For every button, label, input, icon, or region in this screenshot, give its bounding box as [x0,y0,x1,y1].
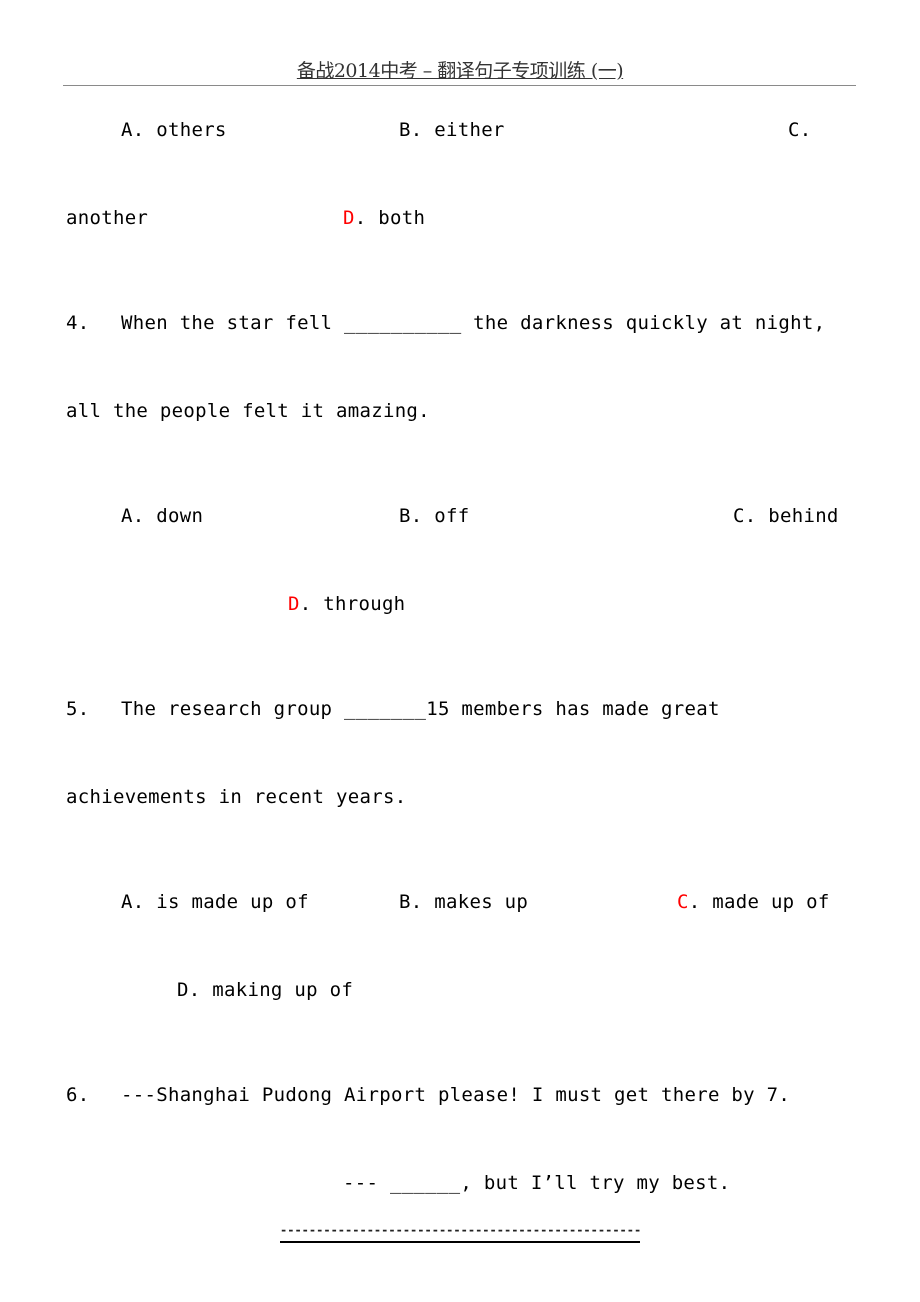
option-label: B. [399,505,423,527]
answer-letter: D [288,593,300,615]
option-label: D. [177,979,201,1001]
option-text: through [323,593,406,615]
dialogue-line2: --- ______, but I’ll try my best. [343,1172,731,1194]
option-b: B. makes up [399,890,528,914]
option-a: A. is made up of [121,890,309,914]
option-d: D. making up of [177,978,353,1002]
dialogue-line1: ---Shanghai Pudong Airport please! I mus… [121,1084,791,1106]
option-label: A. [121,119,145,141]
question-text-line1: The research group _______15 members has… [121,698,720,720]
question-text-line1: When the star fell __________ the darkne… [121,312,826,334]
answer-letter: D [343,207,355,229]
option-text: is made up of [156,891,309,913]
option-text: behind [768,505,839,527]
option-label: C. [733,505,757,527]
option-label-dot: . [354,207,367,229]
option-label-dot: . [299,593,312,615]
option-c-label: C. [788,119,812,141]
page-header-title: 备战2014中考 – 翻译句子专项训练 (一) [296,60,624,82]
option-text: off [434,505,470,527]
page-footer-dashes: ----------------------------------------… [280,1224,640,1236]
option-b: B. either [399,118,505,142]
option-a: A. down [121,504,203,528]
option-text: makes up [434,891,529,913]
option-c-text: another [66,207,149,229]
question-text-line2: all the people felt it amazing. [66,400,430,422]
option-label: B. [399,119,423,141]
option-label: B. [399,891,423,913]
footer-divider [280,1241,640,1243]
question-number: 5. [66,698,90,720]
answer-letter: C [677,891,689,913]
option-text: making up of [212,979,354,1001]
option-a: A. others [121,118,227,142]
option-d-answer: D. both [343,206,425,230]
option-d-answer: D. through [288,592,405,616]
option-b: B. off [399,504,469,528]
option-c-answer: C. made up of [677,890,830,914]
question-number: 6. [66,1084,90,1106]
option-text: made up of [712,891,830,913]
option-text: either [434,119,505,141]
question-number: 4. [66,312,90,334]
option-label: A. [121,505,145,527]
header-divider [63,85,856,86]
option-text: down [156,505,204,527]
option-text: both [378,207,426,229]
option-label-dot: . [688,891,701,913]
option-label: A. [121,891,145,913]
option-text: others [156,119,227,141]
option-c: C. behind [733,504,839,528]
question-text-line2: achievements in recent years. [66,786,407,808]
